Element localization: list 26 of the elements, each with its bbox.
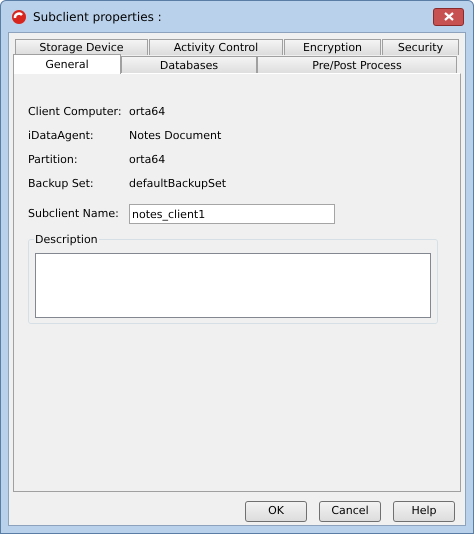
tab[interactable]: General (13, 54, 121, 74)
window-title: Subclient properties : (33, 8, 162, 26)
field-value: defaultBackupSet (129, 176, 226, 192)
tab[interactable]: Databases (121, 56, 257, 74)
close-button[interactable] (433, 8, 464, 26)
field-label: Subclient Name: (28, 206, 120, 222)
field-value: orta64 (129, 104, 166, 120)
dialog-button[interactable]: Help (393, 501, 455, 522)
subclient-name-field[interactable]: notes_client1 (129, 204, 335, 224)
tab[interactable]: Encryption (284, 39, 381, 55)
app-logo-icon (11, 8, 27, 24)
description-label: Description (34, 232, 99, 248)
field-label: Partition: (28, 152, 79, 168)
dialog-button[interactable]: OK (245, 501, 307, 522)
close-icon (444, 12, 454, 21)
tab[interactable]: Pre/Post Process (257, 56, 457, 74)
field-value: Notes Document (129, 128, 222, 144)
field-value: orta64 (129, 152, 166, 168)
field-label: Backup Set: (28, 176, 95, 192)
field-label: Client Computer: (28, 104, 123, 120)
tab[interactable]: Security (382, 39, 459, 55)
dialog-button[interactable]: Cancel (319, 501, 381, 522)
tab[interactable]: Activity Control (149, 39, 283, 55)
description-field[interactable] (35, 253, 431, 318)
tab[interactable]: Storage Device (15, 39, 148, 55)
field-label: iDataAgent: (28, 128, 95, 144)
